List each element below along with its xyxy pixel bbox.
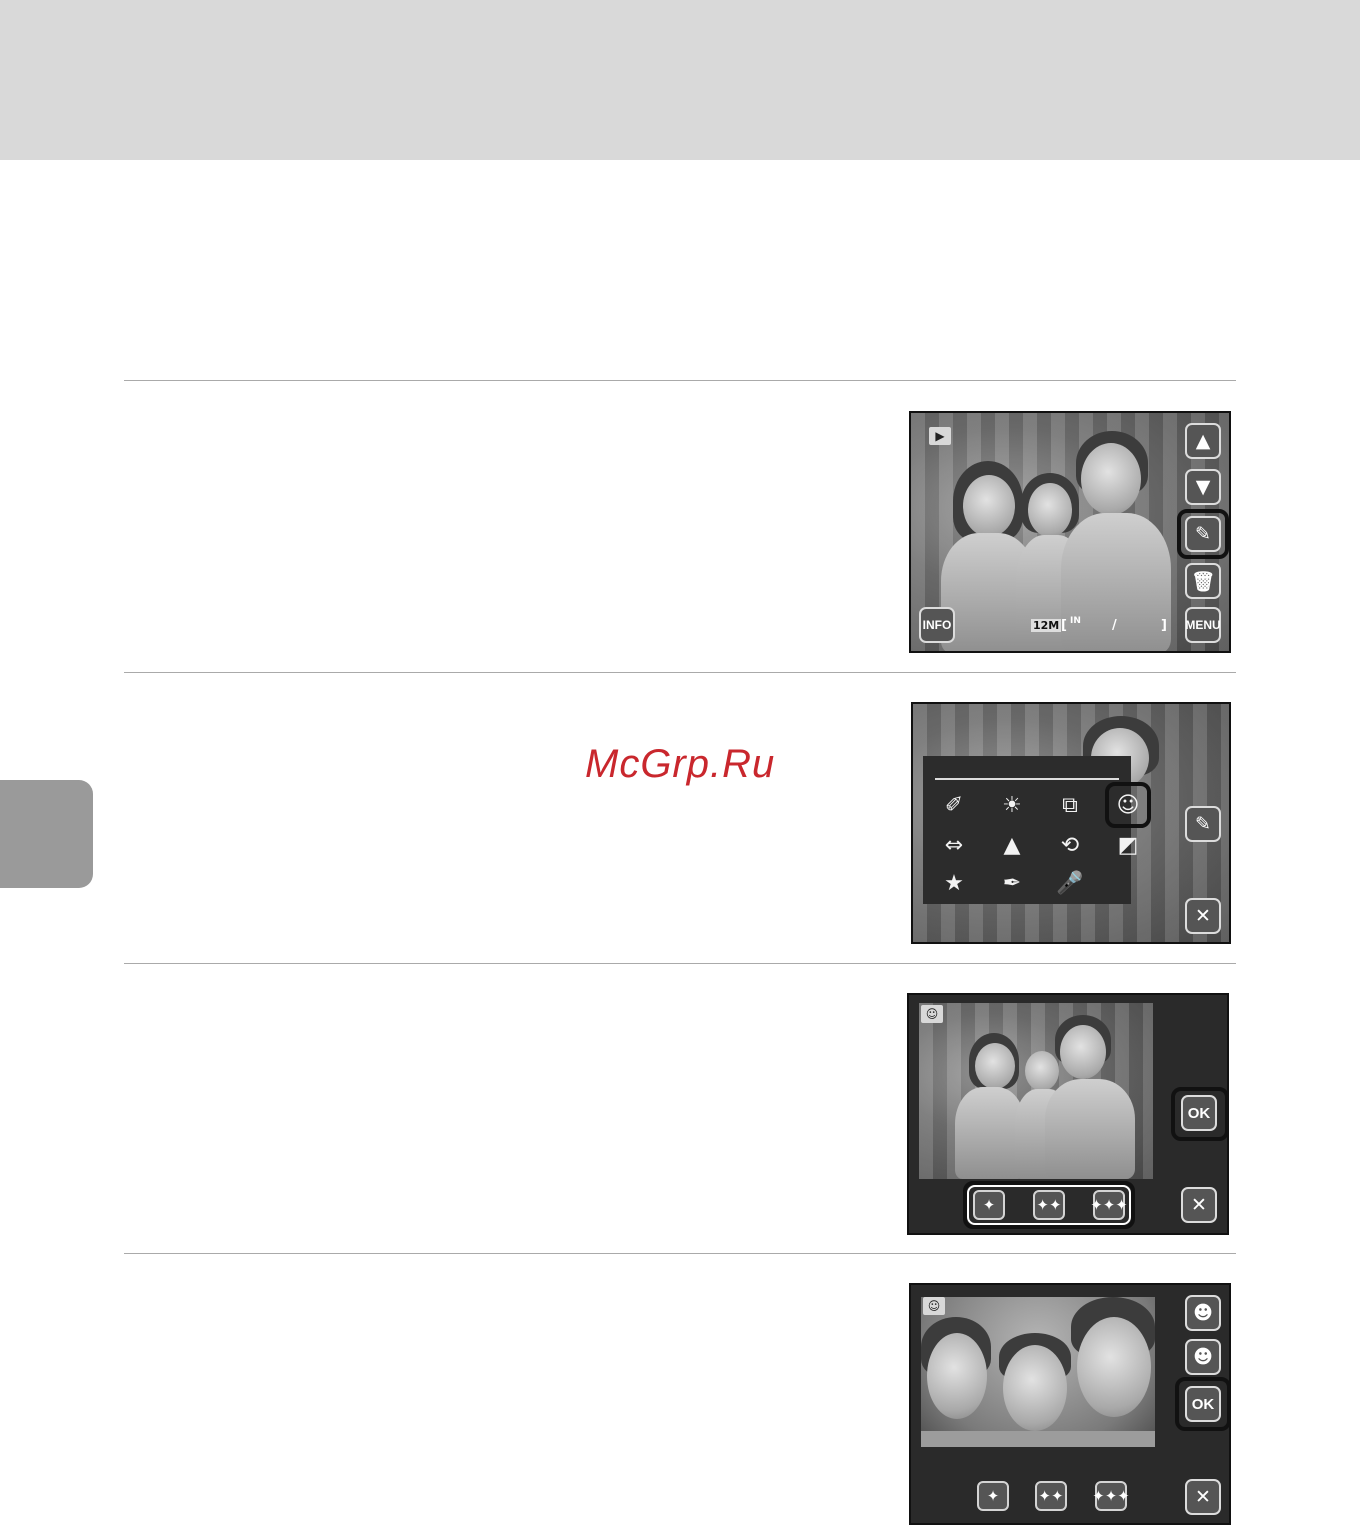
playback-mode-icon: ▶ [929,427,951,445]
section-divider [124,672,1236,673]
menu-button[interactable]: MENU [1185,607,1221,643]
level-high-button[interactable]: ✦✦✦ [1090,1190,1128,1220]
face [1025,1051,1059,1091]
selection-highlight [1105,782,1151,828]
retouch-menu-screen: ✐ ☀ ⧉ ☺ ⇔ ▲ ⟲ ◩ ★ ✒ 🎤 ✎ ✕ [911,702,1231,944]
glamour-level-screen: ☺ OK ✕ ✦ ✦✦ ✦✦✦ [907,993,1229,1235]
bracket-open: [ [1061,618,1067,633]
rotate-icon[interactable]: ⟲ [1055,830,1085,860]
chapter-side-tab [0,780,93,888]
previous-face-button[interactable]: ☻ [1185,1295,1221,1331]
close-button[interactable]: ✕ [1181,1187,1217,1223]
image-size-badge: 12M [1031,619,1062,632]
section-divider [124,1253,1236,1254]
scroll-down-button[interactable]: ▼ [1185,469,1221,505]
section-divider [124,380,1236,381]
red-eye-icon[interactable]: ⧉ [1055,790,1085,820]
face-confirm-screen: ☺ ☻ ☻ OK ✕ ✦ ✦✦ ✦✦✦ [909,1283,1231,1525]
face [1060,1025,1106,1079]
d-lighting-icon[interactable]: ☀ [997,790,1027,820]
level-low-button[interactable]: ✦ [973,1190,1005,1220]
delete-button[interactable]: 🗑 [1185,563,1221,599]
header-band [0,0,1360,160]
small-picture-icon[interactable]: ◩ [1113,830,1143,860]
close-button[interactable]: ✕ [1185,1479,1221,1515]
level-medium-button[interactable]: ✦✦ [1033,1190,1065,1220]
level-high-button[interactable]: ✦✦✦ [1092,1481,1130,1511]
paint-icon[interactable]: ✒ [997,868,1027,898]
face [975,1043,1015,1089]
voice-memo-icon[interactable]: 🎤 [1055,868,1085,898]
face [963,475,1015,537]
level-low-button[interactable]: ✦ [977,1481,1009,1511]
next-face-button[interactable]: ☻ [1185,1339,1221,1375]
glamour-mode-icon: ☺ [923,1297,945,1315]
favorite-icon[interactable]: ★ [939,868,969,898]
face [1077,1317,1151,1417]
photo [919,1003,1153,1179]
retouch-button[interactable]: ✎ [1185,516,1221,552]
playback-screen: ▶ ▲ ▼ ✎ 🗑 INFO MENU 12M [ IN / ] [909,411,1231,653]
memory-indicator: IN [1070,616,1081,626]
face [1003,1345,1067,1431]
level-medium-button[interactable]: ✦✦ [1035,1481,1067,1511]
retouch-menu-panel: ✐ ☀ ⧉ ☺ ⇔ ▲ ⟲ ◩ ★ ✒ 🎤 [923,756,1151,904]
perspective-icon[interactable]: ▲ [997,830,1027,860]
bracket-close: ] [1161,618,1167,633]
face [1081,443,1141,515]
stretch-icon[interactable]: ⇔ [939,830,969,860]
frame-counter-slash: / [1112,618,1117,633]
watermark: McGrp.Ru [585,742,776,786]
ok-button[interactable]: OK [1181,1095,1217,1131]
close-button[interactable]: ✕ [1185,898,1221,934]
quick-retouch-icon[interactable]: ✐ [939,790,969,820]
ok-button[interactable]: OK [1185,1386,1221,1422]
face [1028,483,1072,537]
retouch-button[interactable]: ✎ [1185,806,1221,842]
photo [921,1297,1155,1447]
face [927,1333,987,1419]
section-divider [124,963,1236,964]
info-button[interactable]: INFO [919,607,955,643]
glamour-mode-icon: ☺ [921,1005,943,1023]
scroll-up-button[interactable]: ▲ [1185,423,1221,459]
